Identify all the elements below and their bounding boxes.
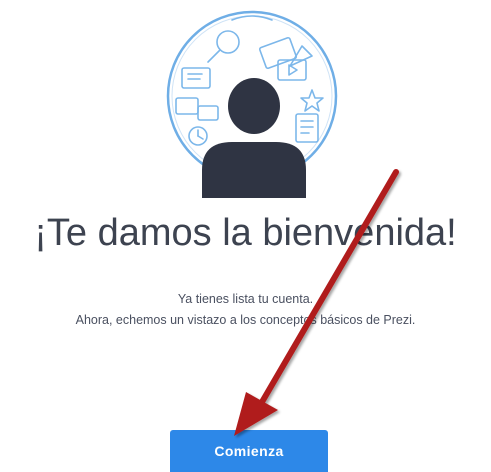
- user-avatar-illustration-icon: [166, 10, 338, 198]
- welcome-screen: ¡Te damos la bienvenida! Ya tienes lista…: [0, 0, 491, 472]
- start-button[interactable]: Comienza: [170, 430, 328, 472]
- welcome-title: ¡Te damos la bienvenida!: [34, 212, 457, 254]
- intro-description-text: Ahora, echemos un vistazo a los concepto…: [75, 313, 416, 327]
- account-ready-text: Ya tienes lista tu cuenta.: [177, 292, 314, 306]
